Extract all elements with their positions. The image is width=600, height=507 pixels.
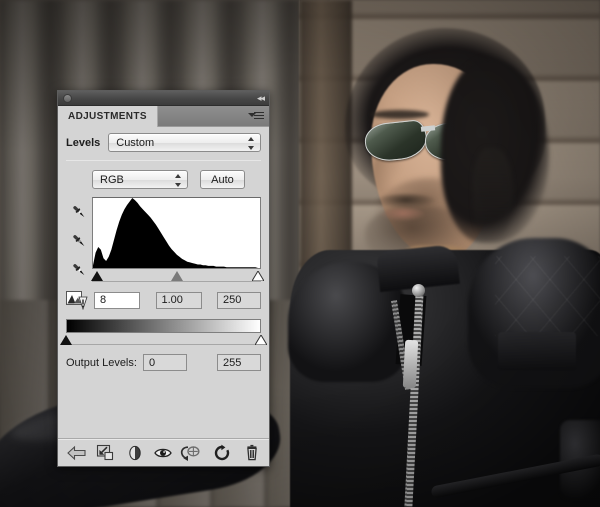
levels-histogram: [92, 197, 261, 269]
panel-body: Levels Custom RGB Auto: [58, 127, 269, 371]
auto-button[interactable]: Auto: [200, 170, 245, 189]
input-level-fields: 8 1.00 250: [94, 292, 261, 309]
preset-row: Levels Custom: [58, 127, 269, 159]
midtone-input-field[interactable]: 1.00: [156, 292, 202, 309]
channel-select-value: RGB: [100, 174, 124, 186]
return-to-adjustment-list-button[interactable]: [66, 441, 88, 465]
zipper-pull: [403, 340, 418, 389]
panel-tab-row: ADJUSTMENTS: [58, 106, 269, 127]
highlight-input-field[interactable]: 250: [217, 292, 261, 309]
preset-select-value: Custom: [116, 137, 154, 149]
channel-row: RGB Auto: [58, 161, 269, 197]
shadow-input-slider[interactable]: [91, 271, 103, 281]
panel-menu-lines: [254, 112, 264, 121]
panel-grip-icon: [63, 94, 72, 103]
screenshot-root: ◂◂ ADJUSTMENTS Levels Custom: [0, 0, 600, 507]
output-left-group: Output Levels: 0: [66, 354, 187, 371]
output-slider-baseline: [66, 344, 261, 345]
adjustments-panel: ◂◂ ADJUSTMENTS Levels Custom: [57, 90, 270, 467]
set-black-point-eyedropper[interactable]: [70, 203, 88, 221]
lips: [381, 208, 425, 221]
output-white-slider[interactable]: [255, 335, 267, 345]
output-levels-slider: [66, 334, 261, 347]
set-gray-point-eyedropper[interactable]: [70, 232, 88, 250]
output-levels-row: Output Levels: 0 255: [58, 347, 269, 371]
panel-footer-toolbar: [58, 438, 269, 466]
set-white-point-eyedropper[interactable]: [70, 261, 88, 279]
delete-adjustment-layer-button[interactable]: [243, 441, 261, 465]
channel-stepper-arrows-icon: [175, 174, 182, 187]
auto-button-label: Auto: [211, 174, 234, 186]
collar-snap-button: [412, 284, 425, 297]
midtone-input-slider[interactable]: [171, 271, 183, 281]
output-white-field[interactable]: 255: [217, 354, 261, 371]
histogram-area: [58, 197, 269, 284]
tab-adjustments-label: ADJUSTMENTS: [68, 111, 147, 122]
output-levels-label: Output Levels:: [66, 357, 137, 369]
histogram-wrap: [92, 197, 261, 284]
jacket-pocket-flap: [498, 332, 576, 370]
reset-adjustment-button[interactable]: [213, 441, 231, 465]
input-levels-slider: [92, 270, 261, 284]
eyedropper-column: [66, 197, 92, 284]
input-levels-row: 8 1.00 250: [58, 284, 269, 310]
double-chevron-left-icon[interactable]: ◂◂: [257, 94, 264, 103]
output-black-field[interactable]: 0: [143, 354, 187, 371]
preview-previous-state-button[interactable]: [179, 441, 201, 465]
preset-select[interactable]: Custom: [108, 133, 261, 152]
toggle-layer-visibility-button[interactable]: [153, 441, 173, 465]
tab-adjustments[interactable]: ADJUSTMENTS: [58, 106, 158, 127]
clip-to-layer-button[interactable]: [95, 441, 117, 465]
output-black-slider[interactable]: [60, 335, 72, 345]
highlight-input-slider[interactable]: [252, 271, 264, 281]
panel-menu-icon[interactable]: [248, 111, 264, 122]
clipping-warning-icon[interactable]: [66, 290, 88, 310]
mustache: [375, 194, 437, 209]
jacket-quilting: [495, 256, 600, 336]
shadow-input-field[interactable]: 8: [94, 292, 140, 309]
channel-select[interactable]: RGB: [92, 170, 188, 189]
preset-stepper-arrows-icon: [248, 137, 255, 150]
output-levels-area: [58, 310, 269, 347]
sunglasses-left-lens: [363, 119, 429, 163]
preset-label: Levels: [66, 137, 100, 149]
output-gradient-bar: [66, 319, 261, 333]
panel-title-bar[interactable]: ◂◂: [58, 91, 269, 106]
toggle-layer-mask-button[interactable]: [126, 441, 144, 465]
slider-baseline: [92, 281, 261, 282]
histogram-plot: [93, 198, 260, 268]
